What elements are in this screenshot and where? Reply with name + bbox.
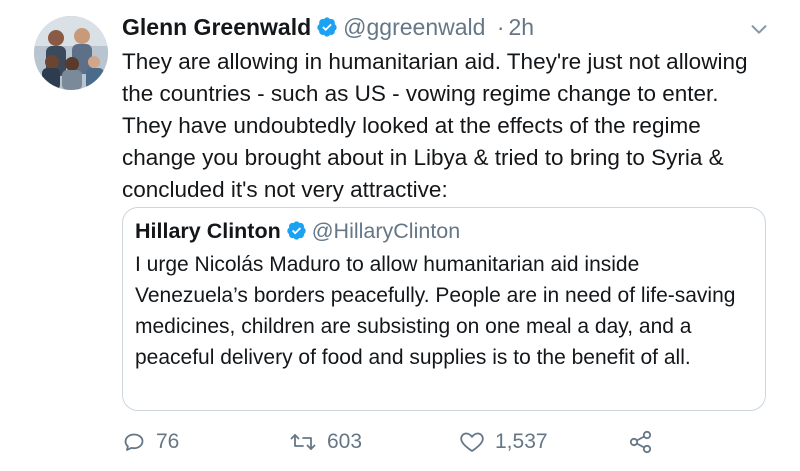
verified-badge-icon (316, 15, 338, 45)
avatar[interactable] (34, 16, 108, 90)
retweet-button[interactable]: 603 (289, 424, 362, 460)
quoted-tweet-header: Hillary Clinton @HillaryClinton (135, 216, 460, 249)
quoted-tweet-text: I urge Nicolás Maduro to allow humanitar… (135, 253, 736, 369)
like-count: 1,537 (495, 430, 548, 453)
time-separator: · (496, 14, 505, 40)
tweet-header: Glenn Greenwald @ggreenwald · 2h (122, 12, 534, 45)
share-button[interactable] (628, 424, 664, 460)
share-icon (629, 430, 652, 454)
reply-count: 76 (156, 430, 180, 453)
tweet[interactable]: Glenn Greenwald @ggreenwald · 2h They are … (0, 0, 800, 471)
heart-icon (460, 432, 484, 452)
chevron-down-icon[interactable] (748, 18, 770, 45)
author-name[interactable]: Glenn Greenwald (122, 14, 311, 40)
quoted-author-handle: @HillaryClinton (311, 219, 461, 243)
quoted-author-name: Hillary Clinton (135, 219, 281, 243)
avatar-photo-icon (34, 16, 108, 90)
like-button[interactable]: 1,537 (459, 424, 548, 460)
tweet-text: They are allowing in humanitarian aid. T… (122, 49, 748, 202)
tweet-time[interactable]: 2h (509, 14, 535, 40)
retweet-count: 603 (327, 430, 363, 453)
retweet-icon (290, 434, 316, 450)
reply-icon (124, 433, 144, 451)
tweet-actions: 76 603 1,537 (0, 424, 800, 460)
author-handle[interactable]: @ggreenwald (343, 14, 485, 40)
verified-badge-icon (286, 219, 307, 249)
quoted-tweet[interactable]: Hillary Clinton @HillaryClinton I urge Ni… (122, 207, 766, 411)
reply-button[interactable]: 76 (122, 424, 179, 460)
